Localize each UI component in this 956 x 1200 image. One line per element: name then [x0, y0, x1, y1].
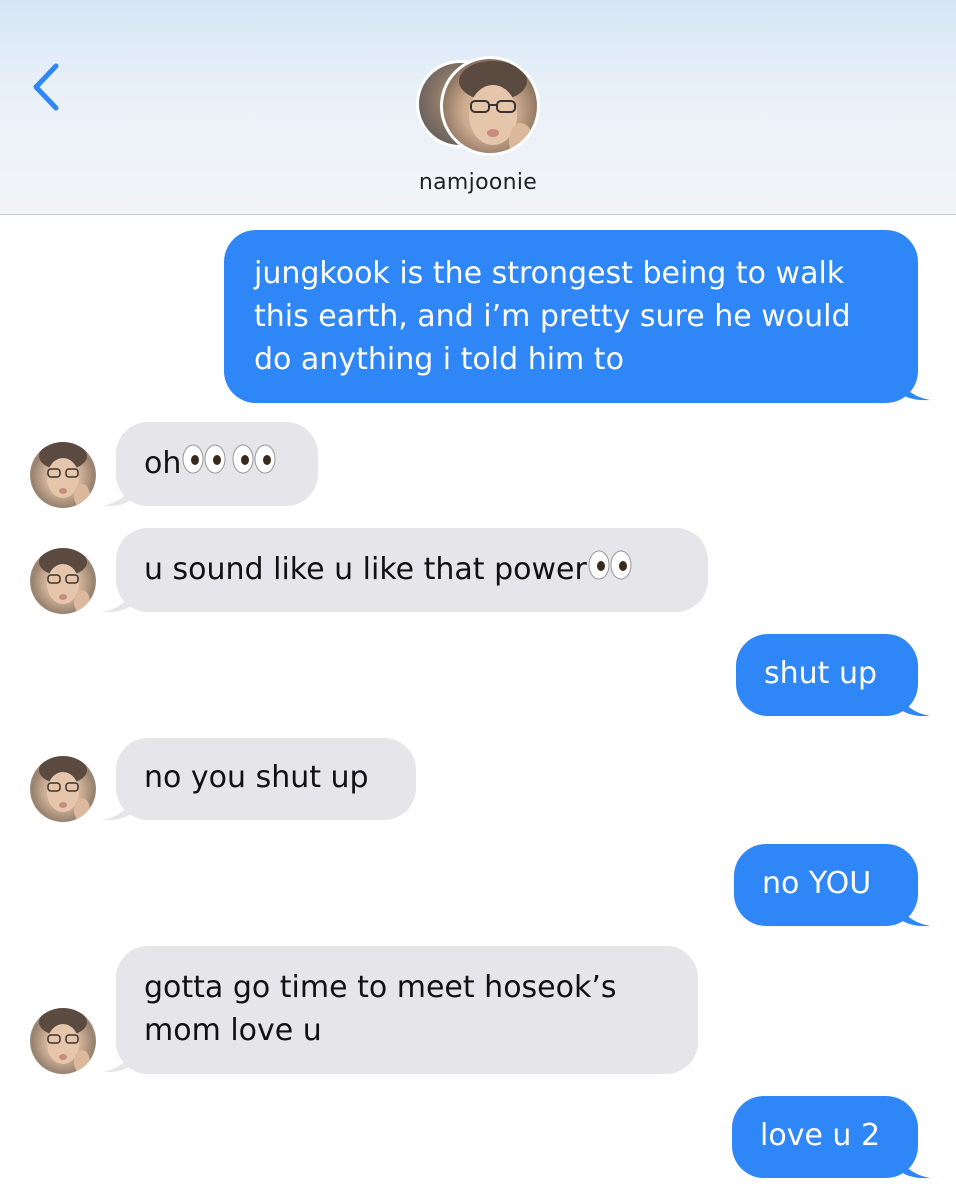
received-message-bubble[interactable]: no you shut up: [116, 738, 416, 820]
sent-bubble-tail: [896, 1146, 930, 1179]
received-bubble-tail: [102, 788, 136, 821]
message-text: no you shut up: [144, 760, 369, 795]
sender-avatar[interactable]: [30, 1008, 96, 1074]
message-text: shut up: [764, 656, 878, 691]
sent-message-bubble[interactable]: love u 2: [732, 1096, 918, 1178]
contact-name[interactable]: namjoonie: [0, 170, 956, 195]
received-message-bubble[interactable]: gotta go time to meet hoseok’s mom love …: [116, 946, 698, 1074]
sent-bubble-tail: [896, 894, 930, 927]
back-button[interactable]: [26, 60, 66, 114]
contact-avatar: [440, 56, 540, 156]
sender-avatar[interactable]: [30, 756, 96, 822]
received-bubble-tail: [102, 580, 136, 613]
sent-message-bubble[interactable]: shut up: [736, 634, 918, 716]
avatar-photo: [39, 756, 90, 822]
eyes-emoji-icon: [587, 549, 633, 593]
message-text: love u 2: [760, 1118, 881, 1153]
message-text: no YOU: [762, 866, 872, 901]
avatar-photo: [459, 61, 533, 153]
received-bubble-tail: [102, 1040, 136, 1073]
sent-message-bubble[interactable]: no YOU: [734, 844, 918, 926]
received-bubble-tail: [102, 474, 136, 507]
received-message-bubble[interactable]: oh: [116, 422, 318, 506]
sent-bubble-tail: [896, 368, 930, 401]
message-text: u sound like u like that power: [144, 552, 587, 587]
received-message-bubble[interactable]: u sound like u like that power: [116, 528, 708, 612]
message-text: oh: [144, 446, 182, 481]
sent-message-bubble[interactable]: jungkook is the strongest being to walk …: [224, 230, 918, 403]
message-text: jungkook is the strongest being to walk …: [254, 256, 851, 377]
sender-avatar[interactable]: [30, 442, 96, 508]
avatar-photo: [39, 442, 90, 508]
message-text: gotta go time to meet hoseok’s mom love …: [144, 970, 617, 1048]
avatar-photo: [39, 548, 90, 614]
sender-avatar[interactable]: [30, 548, 96, 614]
sent-bubble-tail: [896, 684, 930, 717]
contact-avatar-button[interactable]: [416, 56, 540, 156]
conversation-header: namjoonie: [0, 0, 956, 215]
chevron-left-icon: [33, 63, 59, 111]
avatar-photo: [39, 1008, 90, 1074]
eyes-emoji-icon: [181, 443, 277, 487]
